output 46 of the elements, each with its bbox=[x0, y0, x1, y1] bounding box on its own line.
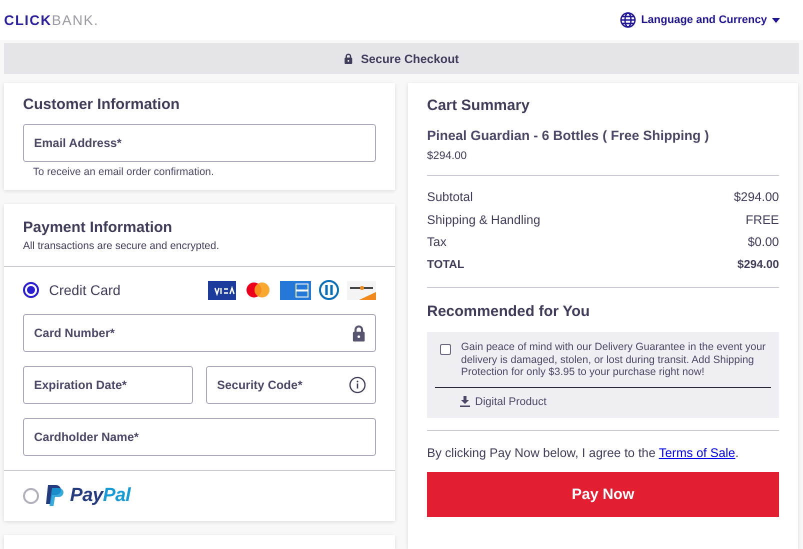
section-title: Cart Summary bbox=[427, 97, 531, 114]
summary-label: Shipping & Handling bbox=[427, 212, 540, 229]
offer-text: Gain peace of mind with our Delivery Guarantee in the event your delivery is damaged, stolen, or lost during transit. Add Shipping Protection for only $3.95 to your purchase right now! bbox=[461, 341, 767, 378]
section-title: Recommended for You bbox=[427, 303, 591, 320]
summary-label: Subtotal bbox=[427, 189, 473, 206]
card-brand-icon bbox=[347, 280, 376, 300]
card-brand-icon bbox=[244, 281, 272, 299]
input-field[interactable]: Security Code* bbox=[206, 366, 376, 404]
secure-label: Secure Checkout bbox=[360, 52, 459, 66]
info-icon[interactable] bbox=[349, 376, 366, 394]
input-field[interactable]: Cardholder Name* bbox=[23, 418, 376, 456]
helper-text: To receive an email order confirmation. bbox=[32, 166, 215, 178]
product-name: Pineal Guardian - 6 Bottles ( Free Shipping ) bbox=[427, 128, 710, 143]
summary-value: FREE bbox=[746, 212, 779, 228]
pay-button[interactable]: Pay Now bbox=[427, 472, 779, 517]
product-type: Digital Product bbox=[475, 396, 547, 408]
summary-value: $0.00 bbox=[748, 234, 779, 251]
input-field[interactable]: Card Number* bbox=[23, 314, 376, 352]
paypal-icon bbox=[45, 484, 64, 507]
product-price: $294.00 bbox=[427, 150, 468, 162]
section-title: Customer Information bbox=[23, 96, 181, 113]
download-icon bbox=[460, 396, 470, 408]
terms-link[interactable]: Terms of Sale bbox=[658, 446, 736, 460]
lock-icon bbox=[344, 53, 353, 64]
language-menu[interactable]: Language and Currency bbox=[620, 12, 780, 28]
card-brand-icon bbox=[280, 280, 311, 300]
summary-value: $294.00 bbox=[737, 258, 779, 272]
method-label: Credit Card bbox=[49, 282, 121, 298]
summary-label: TOTAL bbox=[427, 258, 464, 272]
radio-button[interactable] bbox=[23, 282, 39, 298]
card-brand-icon bbox=[319, 280, 339, 300]
logo[interactable]: CLICKBANK. bbox=[4, 12, 99, 28]
summary-value: $294.00 bbox=[734, 189, 779, 206]
subtitle: All transactions are secure and encrypted. bbox=[23, 240, 220, 252]
radio-button[interactable] bbox=[23, 488, 39, 504]
terms-text: By clicking Pay Now below, I agree to the Terms of Sale. bbox=[427, 446, 740, 460]
section-title: Payment Information bbox=[23, 219, 174, 236]
input-field[interactable]: Expiration Date* bbox=[23, 366, 193, 404]
card-brand-icon bbox=[208, 280, 236, 300]
lock-icon bbox=[352, 324, 366, 342]
caret-icon bbox=[772, 18, 780, 22]
paypal-logo: PayPal bbox=[70, 484, 131, 506]
checkbox[interactable] bbox=[440, 344, 451, 355]
summary-label: Tax bbox=[427, 234, 446, 251]
globe-icon bbox=[620, 12, 636, 28]
input-field[interactable]: Email Address* bbox=[23, 124, 376, 162]
